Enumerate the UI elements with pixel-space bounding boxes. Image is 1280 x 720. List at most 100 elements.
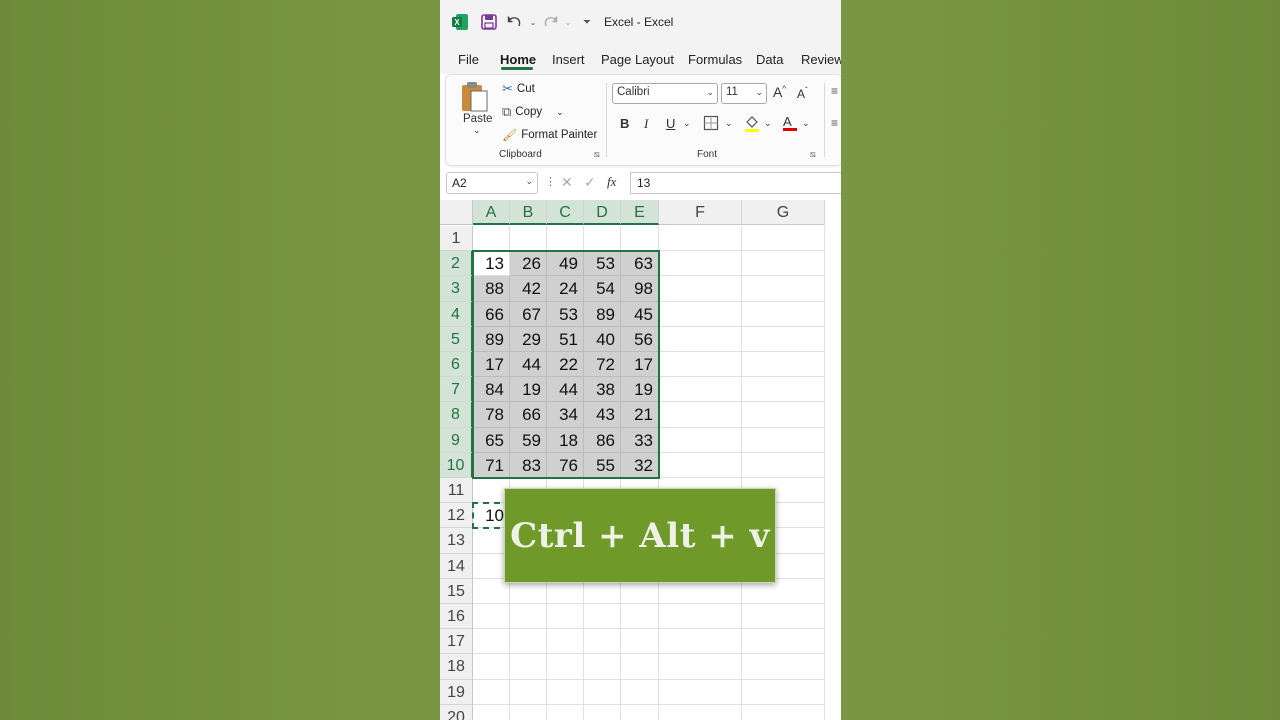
name-box[interactable]: A2 ⌄ — [446, 172, 538, 194]
row-header-3[interactable]: 3 — [440, 276, 473, 302]
cell-c8[interactable]: 34 — [547, 402, 584, 428]
cell-g16[interactable] — [742, 604, 825, 630]
cell-d17[interactable] — [584, 629, 621, 655]
cell-b9[interactable]: 59 — [510, 427, 547, 453]
row-header-9[interactable]: 9 — [440, 427, 473, 453]
font-size-select[interactable]: 11 ⌄ — [721, 83, 767, 104]
cell-e18[interactable] — [621, 654, 659, 680]
cell-c17[interactable] — [547, 629, 584, 655]
cell-d18[interactable] — [584, 654, 621, 680]
row-header-13[interactable]: 13 — [440, 528, 473, 554]
cell-f16[interactable] — [659, 604, 742, 630]
tab-file[interactable]: File — [458, 52, 479, 67]
cell-f2[interactable] — [659, 251, 742, 277]
paste-button[interactable]: Paste — [463, 113, 492, 125]
cell-d5[interactable]: 40 — [584, 326, 621, 352]
cell-b8[interactable]: 66 — [510, 402, 547, 428]
cell-e9[interactable]: 33 — [621, 427, 659, 453]
cell-b19[interactable] — [510, 679, 547, 705]
cell-b4[interactable]: 67 — [510, 301, 547, 327]
borders-dropdown-icon[interactable]: ⌄ — [725, 118, 733, 129]
insert-function-button[interactable]: fx — [607, 174, 616, 190]
column-header-d[interactable]: D — [584, 200, 621, 225]
more-options-icon[interactable]: ⋮ — [545, 175, 556, 188]
cell-a6[interactable]: 17 — [473, 352, 510, 378]
row-header-6[interactable]: 6 — [440, 352, 473, 378]
column-header-b[interactable]: B — [510, 200, 547, 225]
cell-c19[interactable] — [547, 679, 584, 705]
row-header-17[interactable]: 17 — [440, 629, 473, 655]
cell-c16[interactable] — [547, 604, 584, 630]
cell-f4[interactable] — [659, 301, 742, 327]
cell-g18[interactable] — [742, 654, 825, 680]
copy-button[interactable]: ⧉ Copy ⌄ — [502, 104, 564, 120]
cell-e3[interactable]: 98 — [621, 276, 659, 302]
cell-g17[interactable] — [742, 629, 825, 655]
cell-f6[interactable] — [659, 352, 742, 378]
column-header-f[interactable]: F — [659, 200, 742, 225]
cell-e2[interactable]: 63 — [621, 251, 659, 277]
cell-g4[interactable] — [742, 301, 825, 327]
cell-b10[interactable]: 83 — [510, 452, 547, 478]
tab-insert[interactable]: Insert — [552, 52, 585, 67]
row-header-12[interactable]: 12 — [440, 503, 473, 529]
cell-d20[interactable] — [584, 704, 621, 720]
grow-font-button[interactable]: A^ — [773, 84, 786, 100]
cell-c10[interactable]: 76 — [547, 452, 584, 478]
cell-f10[interactable] — [659, 452, 742, 478]
cell-a2[interactable]: 13 — [473, 251, 510, 277]
cell-f17[interactable] — [659, 629, 742, 655]
cell-a4[interactable]: 66 — [473, 301, 510, 327]
column-header-a[interactable]: A — [473, 200, 510, 225]
cell-b16[interactable] — [510, 604, 547, 630]
row-header-5[interactable]: 5 — [440, 326, 473, 352]
column-header-e[interactable]: E — [621, 200, 659, 225]
cell-a7[interactable]: 84 — [473, 377, 510, 403]
cell-a10[interactable]: 71 — [473, 452, 510, 478]
save-icon[interactable] — [480, 13, 498, 31]
cell-f19[interactable] — [659, 679, 742, 705]
cell-c4[interactable]: 53 — [547, 301, 584, 327]
cell-a5[interactable]: 89 — [473, 326, 510, 352]
cell-e7[interactable]: 19 — [621, 377, 659, 403]
undo-icon[interactable] — [506, 13, 524, 31]
cancel-icon[interactable]: ✕ — [561, 174, 573, 191]
cell-g10[interactable] — [742, 452, 825, 478]
row-header-8[interactable]: 8 — [440, 402, 473, 428]
cell-e5[interactable]: 56 — [621, 326, 659, 352]
row-header-7[interactable]: 7 — [440, 377, 473, 403]
cell-a19[interactable] — [473, 679, 510, 705]
row-header-14[interactable]: 14 — [440, 553, 473, 579]
row-header-4[interactable]: 4 — [440, 301, 473, 327]
row-header-19[interactable]: 19 — [440, 679, 473, 705]
cell-a1[interactable] — [473, 226, 510, 252]
cell-f20[interactable] — [659, 704, 742, 720]
cell-c5[interactable]: 51 — [547, 326, 584, 352]
cell-b20[interactable] — [510, 704, 547, 720]
font-color-dropdown-icon[interactable]: ⌄ — [802, 118, 810, 129]
row-header-2[interactable]: 2 — [440, 251, 473, 277]
copy-dropdown-icon[interactable]: ⌄ — [556, 107, 564, 118]
cell-a3[interactable]: 88 — [473, 276, 510, 302]
clipboard-launcher-icon[interactable]: ⧅ — [594, 149, 600, 160]
cell-g5[interactable] — [742, 326, 825, 352]
cell-d2[interactable]: 53 — [584, 251, 621, 277]
cell-d1[interactable] — [584, 226, 621, 252]
cell-f9[interactable] — [659, 427, 742, 453]
cell-c7[interactable]: 44 — [547, 377, 584, 403]
cell-c20[interactable] — [547, 704, 584, 720]
tab-data[interactable]: Data — [756, 52, 783, 67]
tab-home[interactable]: Home — [500, 52, 536, 67]
cell-d7[interactable]: 38 — [584, 377, 621, 403]
cell-d16[interactable] — [584, 604, 621, 630]
cell-b17[interactable] — [510, 629, 547, 655]
row-header-18[interactable]: 18 — [440, 654, 473, 680]
cell-b1[interactable] — [510, 226, 547, 252]
cell-g9[interactable] — [742, 427, 825, 453]
cell-b3[interactable]: 42 — [510, 276, 547, 302]
select-all-corner[interactable] — [440, 200, 473, 225]
cell-c2[interactable]: 49 — [547, 251, 584, 277]
column-header-c[interactable]: C — [547, 200, 584, 225]
customize-toolbar-icon[interactable]: ⏷ — [578, 13, 596, 31]
row-header-16[interactable]: 16 — [440, 604, 473, 630]
